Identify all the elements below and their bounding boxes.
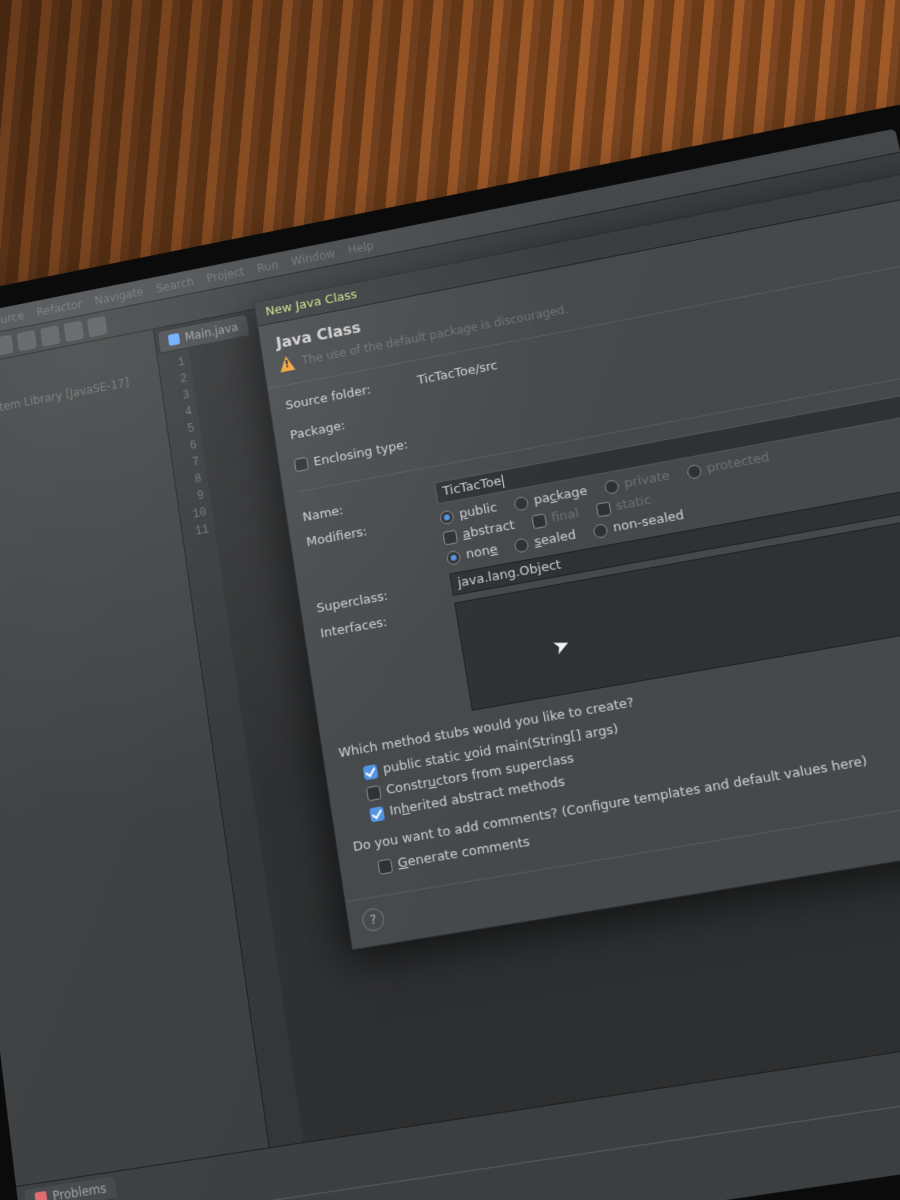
radio-icon[interactable] <box>514 537 530 553</box>
screen: FileEditSourceRefactorNavigateSearchProj… <box>0 129 900 1200</box>
checkbox-icon <box>595 501 611 517</box>
java-file-icon <box>168 333 181 346</box>
help-icon[interactable]: ? <box>361 907 386 933</box>
radio-icon[interactable] <box>513 495 529 511</box>
menu-item-source[interactable]: Source <box>0 309 25 329</box>
option-label: package <box>533 484 589 508</box>
warning-icon <box>278 355 295 373</box>
option-label: sealed <box>533 528 577 550</box>
toolbar-button[interactable] <box>40 325 60 347</box>
option-label: final <box>550 506 580 526</box>
menu-item-refactor[interactable]: Refactor <box>36 297 83 319</box>
generate-comments-checkbox[interactable] <box>377 858 393 874</box>
option-label: private <box>623 469 671 492</box>
radio-icon <box>604 478 620 494</box>
checkbox-icon[interactable] <box>369 806 385 822</box>
editor-tab-label: Main.java <box>184 320 239 343</box>
toolbar-button[interactable] <box>87 315 108 337</box>
radio-icon[interactable] <box>446 549 462 565</box>
menu-item-run[interactable]: Run <box>256 258 279 275</box>
checkbox-icon[interactable] <box>442 529 458 545</box>
option-label: none <box>465 542 499 562</box>
option-label: public <box>458 500 498 521</box>
checkbox-icon[interactable] <box>366 785 382 801</box>
modifier-flag-final: final <box>531 506 580 529</box>
new-java-class-dialog: New Java Class Java Class The use of the… <box>254 166 900 951</box>
checkbox-icon <box>531 513 547 529</box>
enclosing-type-label: Enclosing type: <box>313 437 410 469</box>
radio-icon[interactable] <box>439 509 455 525</box>
radio-icon <box>686 463 702 479</box>
enclosing-type-checkbox[interactable] <box>294 457 309 473</box>
menu-item-window[interactable]: Window <box>290 246 336 267</box>
menu-item-help[interactable]: Help <box>347 239 375 257</box>
problems-tab-label: Problems <box>52 1181 107 1200</box>
toolbar-button[interactable] <box>63 320 84 342</box>
option-label: abstract <box>462 518 516 542</box>
menu-item-project[interactable]: Project <box>206 264 246 284</box>
modifier-sealed-none[interactable]: none <box>446 542 499 566</box>
option-label: static <box>615 493 653 514</box>
laptop-frame: FileEditSourceRefactorNavigateSearchProj… <box>0 102 900 1200</box>
name-input-value: TicTacToe <box>441 474 502 499</box>
radio-icon[interactable] <box>592 522 608 538</box>
problems-icon <box>34 1191 47 1200</box>
toolbar-button[interactable] <box>17 329 37 351</box>
checkbox-icon[interactable] <box>363 764 379 780</box>
cursor-icon: ➤ <box>549 631 574 660</box>
modifier-flag-static: static <box>595 493 652 518</box>
toolbar-button[interactable] <box>0 334 14 356</box>
menu-item-search[interactable]: Search <box>155 275 194 295</box>
